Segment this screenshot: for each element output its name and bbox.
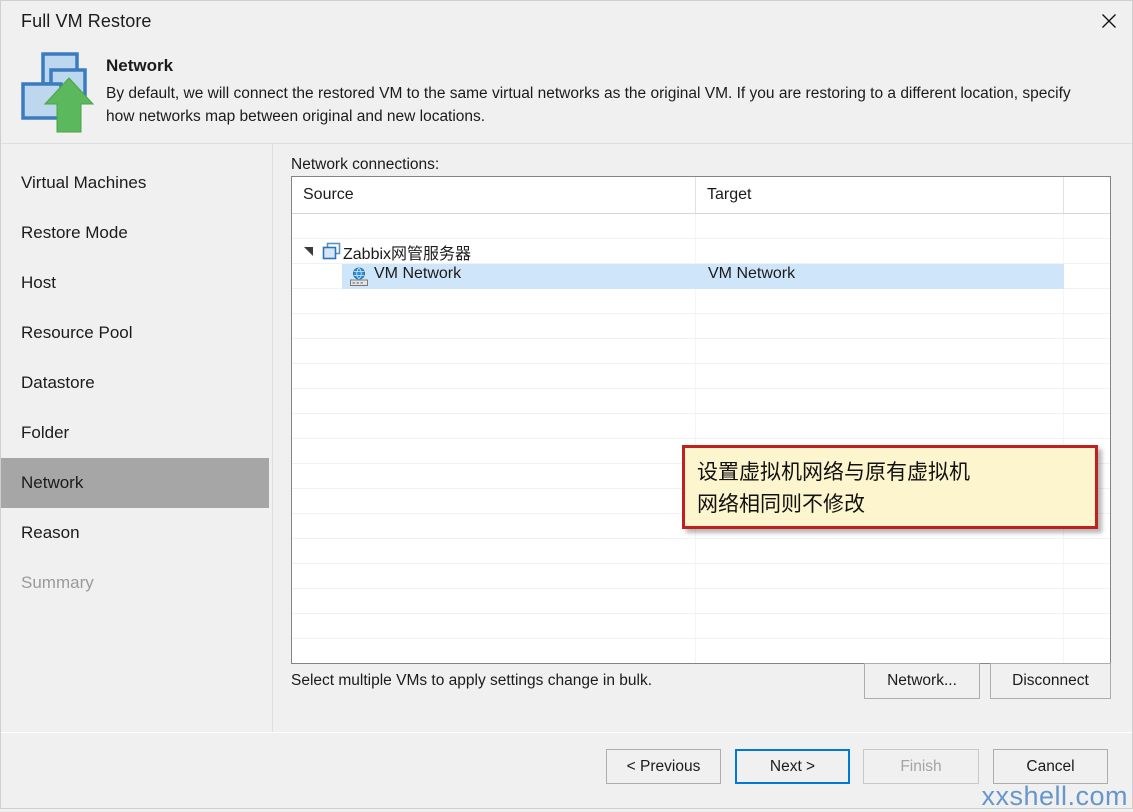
vm-icon	[322, 242, 341, 260]
column-header-extra[interactable]	[1064, 177, 1110, 213]
sidebar-item-network[interactable]: Network	[1, 458, 269, 508]
bulk-settings-hint: Select multiple VMs to apply settings ch…	[291, 672, 652, 689]
sidebar-item-label: Reason	[21, 523, 80, 542]
table-body: Zabbix网管服务器 VM Network VM Network	[292, 214, 1110, 663]
sidebar-item-host[interactable]: Host	[1, 258, 269, 308]
sidebar-item-restore-mode[interactable]: Restore Mode	[1, 208, 269, 258]
sidebar-item-datastore[interactable]: Datastore	[1, 358, 269, 408]
sidebar-item-label: Host	[21, 273, 56, 292]
sidebar-item-label: Virtual Machines	[21, 173, 147, 192]
disconnect-button[interactable]: Disconnect	[990, 663, 1111, 699]
next-button[interactable]: Next >	[735, 749, 850, 784]
window-title: Full VM Restore	[21, 11, 152, 31]
sidebar-item-label: Folder	[21, 423, 70, 442]
sidebar-item-resource-pool[interactable]: Resource Pool	[1, 308, 269, 358]
vm-restore-icon	[21, 52, 95, 133]
sidebar-item-label: Network	[21, 473, 84, 492]
column-header-source[interactable]: Source	[292, 177, 696, 213]
table-row[interactable]: VM Network VM Network	[292, 264, 1110, 289]
expand-triangle-icon[interactable]	[304, 247, 314, 257]
column-header-target[interactable]: Target	[696, 177, 1064, 213]
page-description: By default, we will connect the restored…	[106, 85, 1071, 125]
previous-button[interactable]: < Previous	[606, 749, 721, 784]
finish-button: Finish	[863, 749, 979, 784]
sidebar-item-virtual-machines[interactable]: Virtual Machines	[1, 158, 269, 208]
network-connections-label: Network connections:	[291, 156, 440, 173]
network-connections-table: Source Target Zabbix网管服务器 VM Network VM …	[291, 176, 1111, 664]
dialog-body: Virtual Machines Restore Mode Host Resou…	[1, 144, 1132, 732]
sidebar-item-folder[interactable]: Folder	[1, 408, 269, 458]
sidebar-item-label: Summary	[21, 573, 94, 592]
sidebar-item-label: Datastore	[21, 373, 95, 392]
close-button[interactable]	[1086, 1, 1132, 41]
cancel-button[interactable]: Cancel	[993, 749, 1108, 784]
network-icon	[350, 267, 368, 286]
watermark: xxshell.com	[981, 781, 1128, 811]
page-title: Network	[106, 56, 174, 75]
wizard-steps-sidebar: Virtual Machines Restore Mode Host Resou…	[1, 144, 273, 732]
sidebar-item-label: Restore Mode	[21, 223, 128, 242]
table-row[interactable]: Zabbix网管服务器	[292, 239, 1110, 264]
row-source-label: Zabbix网管服务器	[343, 246, 472, 263]
sidebar-item-summary: Summary	[1, 558, 269, 608]
content-panel: Network connections: Source Target Zabbi…	[273, 144, 1132, 732]
annotation-callout: 设置虚拟机网络与原有虚拟机 网络相同则不修改	[682, 445, 1098, 529]
sidebar-item-label: Resource Pool	[21, 323, 133, 342]
dialog-footer: < Previous Next > Finish Cancel xxshell.…	[1, 732, 1132, 811]
close-icon	[1102, 14, 1116, 28]
title-bar: Full VM Restore	[1, 1, 1132, 46]
sidebar-item-reason[interactable]: Reason	[1, 508, 269, 558]
table-header-row: Source Target	[292, 177, 1110, 214]
network-button[interactable]: Network...	[864, 663, 980, 699]
full-vm-restore-dialog: Full VM Restore Network By default, we w…	[0, 0, 1133, 811]
row-source-label: VM Network	[374, 265, 462, 282]
row-target-label: VM Network	[708, 265, 796, 282]
wizard-banner: Network By default, we will connect the …	[1, 46, 1132, 144]
